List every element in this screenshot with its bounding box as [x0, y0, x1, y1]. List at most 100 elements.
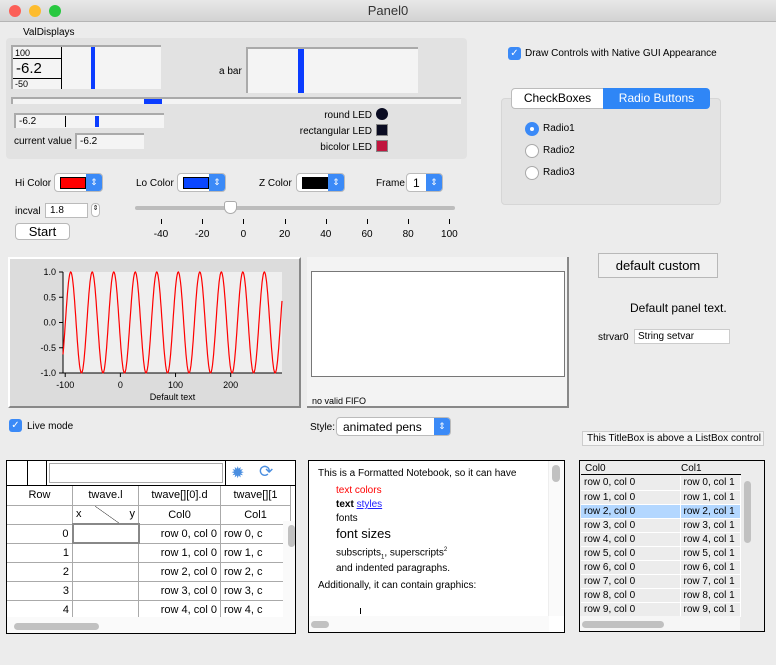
valdisplays-title: ValDisplays — [23, 27, 75, 38]
listbox-cell[interactable]: row 6, col 1 — [680, 560, 741, 575]
table-cell[interactable]: 1 — [7, 542, 73, 563]
listbox-cell[interactable]: row 3, col 0 — [581, 518, 681, 533]
listbox-cell[interactable]: row 7, col 1 — [680, 574, 741, 589]
lo-color-popup[interactable]: ⇕ — [177, 173, 226, 192]
listbox-cell[interactable]: row 9, col 0 — [581, 602, 681, 617]
hi-color-popup[interactable]: ⇕ — [54, 173, 103, 192]
table-cell[interactable]: row 1, col 0 — [138, 542, 221, 563]
listbox-header-col0[interactable]: Col0 — [585, 463, 606, 474]
radio1-button[interactable] — [525, 122, 539, 136]
notebook-vscrollbar[interactable] — [552, 465, 560, 482]
table-cell[interactable]: 0 — [7, 523, 73, 544]
listbox-row[interactable]: row 2, col 0 row 2, col 1 — [581, 504, 741, 519]
listbox-cell[interactable]: row 1, col 0 — [581, 490, 681, 505]
listbox-vscrollbar[interactable] — [744, 481, 751, 543]
table-header[interactable]: twave.l — [72, 486, 139, 506]
listbox-row[interactable]: row 1, col 0 row 1, col 1 — [581, 490, 741, 505]
fifo-chart — [311, 271, 565, 377]
listbox-cell[interactable]: row 5, col 1 — [680, 546, 741, 561]
table-cell[interactable]: row 0, c — [220, 523, 291, 544]
listbox-row[interactable]: row 8, col 0 row 8, col 1 — [581, 588, 741, 603]
listbox-row[interactable]: row 6, col 0 row 6, col 1 — [581, 560, 741, 575]
listbox-cell[interactable]: row 8, col 1 — [680, 588, 741, 603]
start-button[interactable]: Start — [15, 223, 70, 240]
table-header[interactable]: twave[][1 — [220, 486, 291, 506]
notebook[interactable]: This is a Formatted Notebook, so it can … — [308, 460, 565, 633]
table-row[interactable]: 3 row 3, col 0 row 3, c — [7, 580, 291, 601]
notebook-hscrollbar[interactable] — [311, 621, 329, 628]
listbox-cell[interactable]: row 5, col 0 — [581, 546, 681, 561]
default-custom-button[interactable]: default custom — [598, 253, 718, 278]
table-cell[interactable] — [72, 561, 139, 582]
superscript: 2 — [443, 547, 448, 553]
table-cell[interactable] — [72, 580, 139, 601]
fifo-panel: no valid FIFO — [307, 257, 569, 408]
zoom-button[interactable] — [49, 5, 61, 17]
notebook-line: This is a Formatted Notebook, so it can … — [318, 468, 517, 479]
listbox-row[interactable]: row 9, col 0 row 9, col 1 — [581, 602, 741, 617]
slider-tick-label: -20 — [194, 229, 210, 240]
bar-label: a bar — [219, 66, 242, 77]
table-cell[interactable]: row 3, c — [220, 580, 291, 601]
listbox-cell[interactable]: row 8, col 0 — [581, 588, 681, 603]
gear-icon[interactable]: ✹ — [231, 463, 244, 483]
listbox[interactable]: Col0 Col1 row 0, col 0 row 0, col 1 row 1,… — [579, 460, 765, 632]
listbox-row[interactable]: row 3, col 0 row 3, col 1 — [581, 518, 741, 533]
table-header[interactable]: Row — [7, 486, 73, 506]
listbox-row[interactable]: row 4, col 0 row 4, col 1 — [581, 532, 741, 547]
incval-stepper[interactable]: ⇕ — [91, 203, 100, 217]
live-mode-checkbox[interactable]: ✓ — [9, 419, 22, 432]
tab-radio-buttons[interactable]: Radio Buttons — [603, 88, 710, 109]
table-row[interactable]: 2 row 2, col 0 row 2, c — [7, 561, 291, 582]
table-row[interactable]: 1 row 1, col 0 row 1, c — [7, 542, 291, 563]
listbox-cell[interactable]: row 4, col 0 — [581, 532, 681, 547]
listbox-header-col1[interactable]: Col1 — [681, 463, 702, 474]
listbox-cell[interactable]: row 3, col 1 — [680, 518, 741, 533]
listbox-cell[interactable]: row 0, col 0 — [581, 476, 681, 491]
tab-checkboxes[interactable]: CheckBoxes — [511, 88, 604, 109]
strvar-input[interactable]: String setvar — [634, 329, 730, 344]
listbox-cell[interactable]: row 7, col 0 — [581, 574, 681, 589]
frame-popup[interactable]: 1 ⇕ — [406, 173, 443, 192]
minimize-button[interactable] — [29, 5, 41, 17]
z-color-popup[interactable]: ⇕ — [296, 173, 345, 192]
table-cell[interactable]: 2 — [7, 561, 73, 582]
table-cell[interactable]: row 3, col 0 — [138, 580, 221, 601]
table-hscrollbar[interactable] — [14, 623, 99, 630]
close-button[interactable] — [9, 5, 21, 17]
slider-tick-label: 40 — [320, 229, 332, 240]
incval-input[interactable]: 1.8 — [45, 203, 88, 218]
listbox-row[interactable]: row 0, col 0 row 0, col 1 — [581, 476, 741, 491]
native-gui-checkbox[interactable]: ✓ — [508, 47, 521, 60]
table-entry-field[interactable] — [49, 463, 223, 483]
style-popup[interactable]: animated pens ⇕ — [336, 417, 451, 436]
table-cell[interactable]: row 2, col 0 — [138, 561, 221, 582]
table-cell[interactable] — [72, 542, 139, 563]
radio3-label: Radio3 — [543, 167, 575, 178]
table-cell[interactable]: row 1, c — [220, 542, 291, 563]
refresh-icon[interactable]: ⟳ — [259, 462, 273, 482]
listbox-row[interactable]: row 7, col 0 row 7, col 1 — [581, 574, 741, 589]
listbox-hscrollbar[interactable] — [582, 621, 664, 628]
table-header[interactable]: twave[][0].d — [138, 486, 221, 506]
radio3-button[interactable] — [525, 166, 539, 180]
table-vscrollbar[interactable] — [288, 525, 295, 547]
listbox-cell[interactable]: row 2, col 1 — [680, 504, 741, 519]
listbox-cell[interactable]: row 1, col 1 — [680, 490, 741, 505]
table-control[interactable]: ✹ ⟳ Row twave.l twave[][0].d twave[][1 x y Col… — [6, 460, 296, 634]
slider-thumb[interactable] — [224, 201, 237, 214]
listbox-row[interactable]: row 5, col 0 row 5, col 1 — [581, 546, 741, 561]
table-cell[interactable] — [71, 523, 140, 544]
listbox-cell[interactable]: row 6, col 0 — [581, 560, 681, 575]
listbox-cell[interactable]: row 9, col 1 — [680, 602, 741, 617]
listbox-cell[interactable]: row 4, col 1 — [680, 532, 741, 547]
listbox-cell[interactable]: row 0, col 1 — [680, 476, 741, 491]
radio2-button[interactable] — [525, 144, 539, 158]
slider-tick — [243, 219, 245, 224]
table-cell[interactable]: 3 — [7, 580, 73, 601]
table-cell[interactable]: row 0, col 0 — [138, 523, 221, 544]
listbox-cell[interactable]: row 2, col 0 — [581, 504, 681, 519]
table-row[interactable]: 0 row 0, col 0 row 0, c — [7, 523, 291, 544]
table-cell[interactable]: row 2, c — [220, 561, 291, 582]
slider-track[interactable] — [135, 206, 455, 210]
